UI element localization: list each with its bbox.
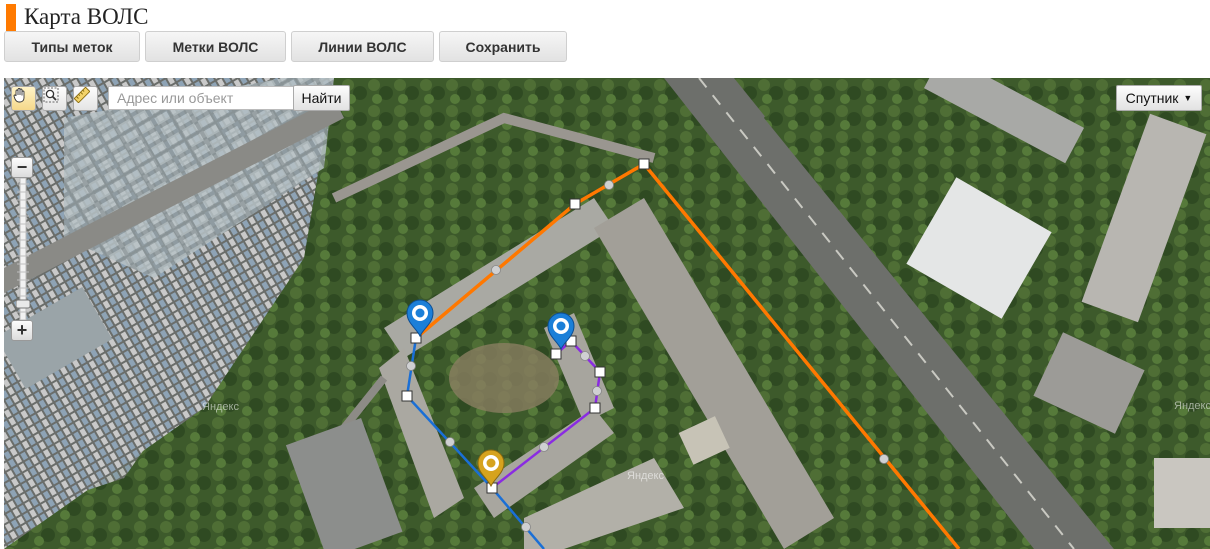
line-midpoint[interactable] bbox=[580, 351, 590, 361]
fols-lines-button[interactable]: Линии ВОЛС bbox=[291, 31, 434, 62]
marker-types-button[interactable]: Типы меток bbox=[4, 31, 140, 62]
main-toolbar: Типы меток Метки ВОЛС Линии ВОЛС Сохрани… bbox=[4, 31, 567, 62]
line-midpoint[interactable] bbox=[539, 442, 549, 452]
line-midpoint[interactable] bbox=[879, 454, 889, 464]
fols-marker-blue[interactable] bbox=[406, 299, 434, 338]
fols-markers-button[interactable]: Метки ВОЛС bbox=[145, 31, 286, 62]
find-button[interactable]: Найти bbox=[293, 85, 350, 111]
line-vertex[interactable] bbox=[569, 198, 581, 210]
hand-tool-button[interactable] bbox=[11, 86, 36, 111]
line-vertex[interactable] bbox=[589, 402, 601, 414]
map-watermark: Яндекс bbox=[202, 401, 239, 413]
line-vertex[interactable] bbox=[401, 390, 413, 402]
page-header: Карта ВОЛС bbox=[0, 3, 148, 31]
map-layer-select[interactable]: Спутник ▼ bbox=[1116, 85, 1202, 111]
line-midpoint[interactable] bbox=[445, 437, 455, 447]
map-watermark: Яндекс bbox=[1174, 400, 1210, 412]
zoom-in-button[interactable]: + bbox=[11, 320, 33, 341]
line-vertex[interactable] bbox=[550, 348, 562, 360]
fols-line-purple[interactable] bbox=[491, 339, 602, 489]
address-search-input[interactable] bbox=[108, 86, 294, 110]
page-title: Карта ВОЛС bbox=[24, 4, 149, 29]
title-accent-bar bbox=[6, 3, 16, 31]
zoom-slider-handle[interactable] bbox=[16, 299, 30, 309]
line-midpoint[interactable] bbox=[604, 180, 614, 190]
line-vertex[interactable] bbox=[638, 158, 650, 170]
map-watermark: Яндекс bbox=[627, 470, 664, 482]
fols-line-blue[interactable] bbox=[405, 337, 545, 549]
line-midpoint[interactable] bbox=[406, 361, 416, 371]
map-view[interactable]: Яндекс Яндекс Яндекс Найти Спутник ▼ − bbox=[4, 78, 1210, 549]
layer-select-label: Спутник bbox=[1125, 90, 1179, 106]
line-midpoint[interactable] bbox=[521, 522, 531, 532]
zoom-slider[interactable] bbox=[16, 178, 30, 320]
fols-lines-layer bbox=[401, 158, 961, 549]
ruler-tool-button[interactable] bbox=[73, 86, 98, 111]
line-midpoint[interactable] bbox=[592, 386, 602, 396]
zoom-out-button[interactable]: − bbox=[11, 157, 33, 178]
zoom-area-tool-button[interactable] bbox=[42, 86, 67, 111]
line-vertex[interactable] bbox=[594, 366, 606, 378]
chevron-down-icon: ▼ bbox=[1183, 93, 1193, 103]
line-midpoint[interactable] bbox=[491, 265, 501, 275]
save-button[interactable]: Сохранить bbox=[439, 31, 567, 62]
